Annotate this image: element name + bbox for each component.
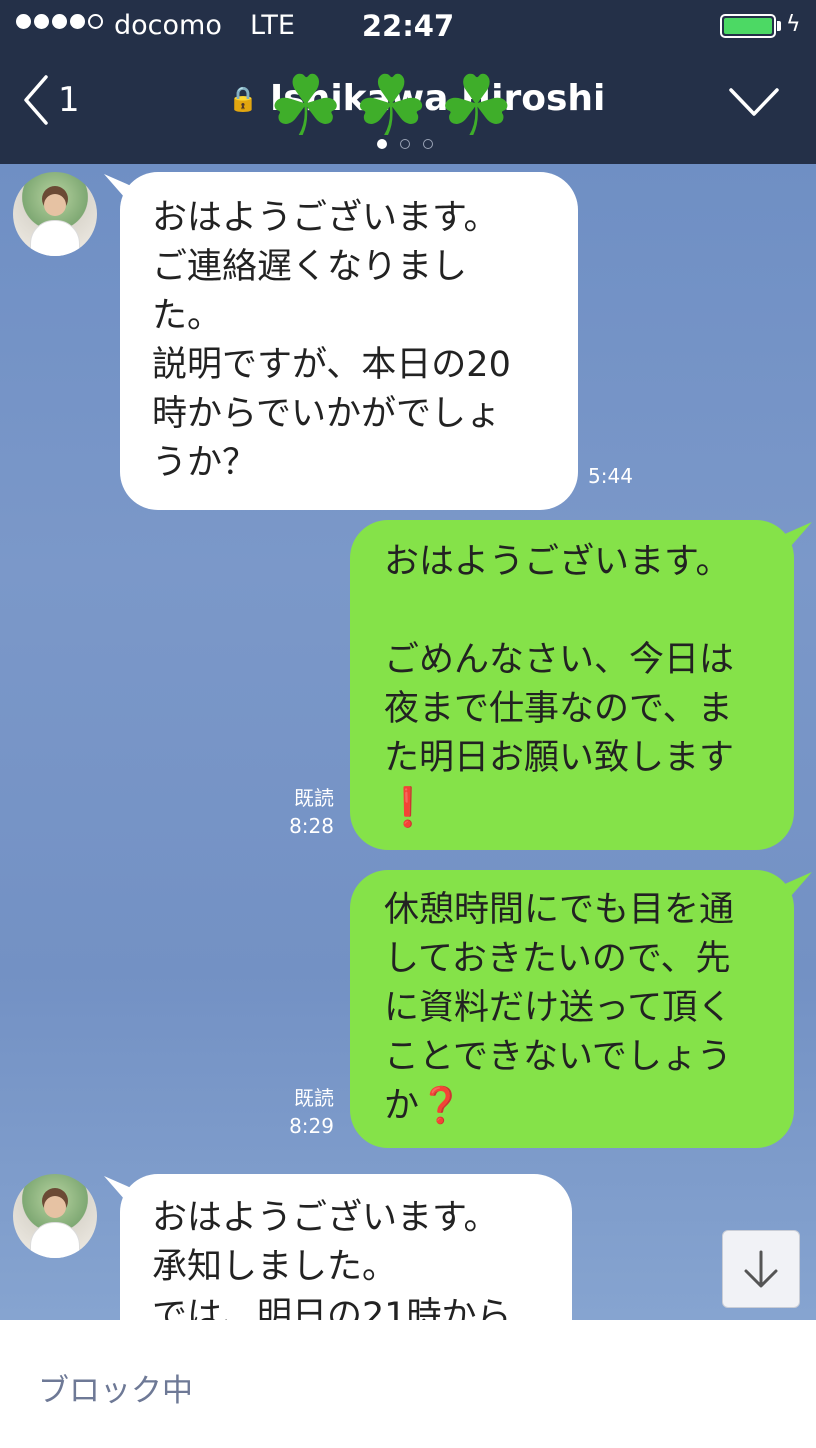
message-text: ことできないでしょう (384, 1037, 732, 1077)
message-text: 時からでいかがでしょ (152, 394, 501, 434)
back-button[interactable]: 1 (22, 74, 80, 126)
clover-icon: ☘ (268, 57, 344, 155)
clover-icon: ☘ (438, 57, 514, 155)
message-text: では、明日の21時から (152, 1296, 512, 1320)
message-bubble-outgoing[interactable]: おはようございます。 ごめんなさい、今日は 夜まで仕事なので、ま た明日お願い致… (350, 520, 794, 850)
battery-icon (720, 14, 776, 38)
chat-area[interactable]: おはようございます。 ご連絡遅くなりまし た。 説明ですが、本日の20 時からで… (0, 164, 816, 1320)
chevron-left-icon (24, 75, 48, 125)
charging-icon: ϟ (786, 12, 801, 37)
message-text: しておきたいので、先 (384, 939, 731, 979)
read-receipt: 既読 (294, 1086, 334, 1110)
chat-header: 1 🔒 Ishikawa Hiroshi ☘ ☘ ☘ (0, 52, 816, 164)
unread-count: 1 (58, 80, 80, 120)
message-time: 5:44 (588, 464, 633, 488)
message-text: に資料だけ送って頂く (384, 988, 733, 1028)
message-meta: 5:44 (588, 462, 633, 490)
message-text: か❓ (384, 1086, 463, 1126)
arrow-down-icon (744, 1250, 778, 1288)
message-bubble-incoming[interactable]: おはようございます。 ご連絡遅くなりまし た。 説明ですが、本日の20 時からで… (120, 172, 578, 510)
battery-cap (777, 21, 781, 31)
message-meta: 既読 8:29 (270, 1084, 334, 1140)
message-text (384, 587, 794, 636)
scroll-to-bottom-button[interactable] (722, 1230, 800, 1308)
message-text: おはようございます。 (152, 1198, 499, 1238)
message-meta: 既読 8:28 (270, 784, 334, 840)
message-text: 承知しました。 (152, 1247, 398, 1287)
message-text: おはようございます。 (384, 542, 731, 582)
message-text: た。 (152, 296, 223, 336)
message-text: ご連絡遅くなりまし (152, 247, 468, 287)
message-time: 8:28 (289, 814, 334, 838)
message-text: おはようございます。 (152, 198, 499, 238)
contact-avatar[interactable] (13, 172, 97, 256)
message-time: 8:29 (289, 1114, 334, 1138)
message-text: 夜まで仕事なので、ま (384, 689, 733, 729)
menu-dropdown-button[interactable] (728, 87, 780, 121)
read-receipt: 既読 (294, 786, 334, 810)
message-bubble-outgoing[interactable]: 休憩時間にでも目を通 しておきたいので、先 に資料だけ送って頂く ことできないで… (350, 870, 794, 1148)
message-text: た明日お願い致します (384, 738, 735, 778)
message-bubble-incoming[interactable]: おはようございます。 承知しました。 では、明日の21時から (120, 1174, 572, 1320)
page-indicator (377, 139, 433, 149)
status-bar: docomo LTE 22:47 ϟ (0, 0, 816, 52)
question-icon: ❓ (419, 1086, 463, 1126)
lock-icon: 🔒 (228, 84, 258, 113)
clover-icon: ☘ (353, 57, 429, 155)
chevron-down-icon (729, 88, 779, 116)
clover-decoration: ☘ ☘ ☘ (268, 64, 514, 148)
blocked-footer: ブロック中 (0, 1320, 816, 1448)
message-text: ごめんなさい、今日は (384, 640, 735, 680)
exclamation-icon: ❗ (384, 785, 432, 829)
contact-avatar[interactable] (13, 1174, 97, 1258)
message-text: 説明ですが、本日の20 (152, 345, 511, 385)
message-text: 休憩時間にでも目を通 (384, 890, 735, 930)
status-time: 22:47 (361, 9, 455, 43)
blocked-status-label: ブロック中 (38, 1373, 193, 1409)
message-text: うか？ (152, 443, 258, 483)
